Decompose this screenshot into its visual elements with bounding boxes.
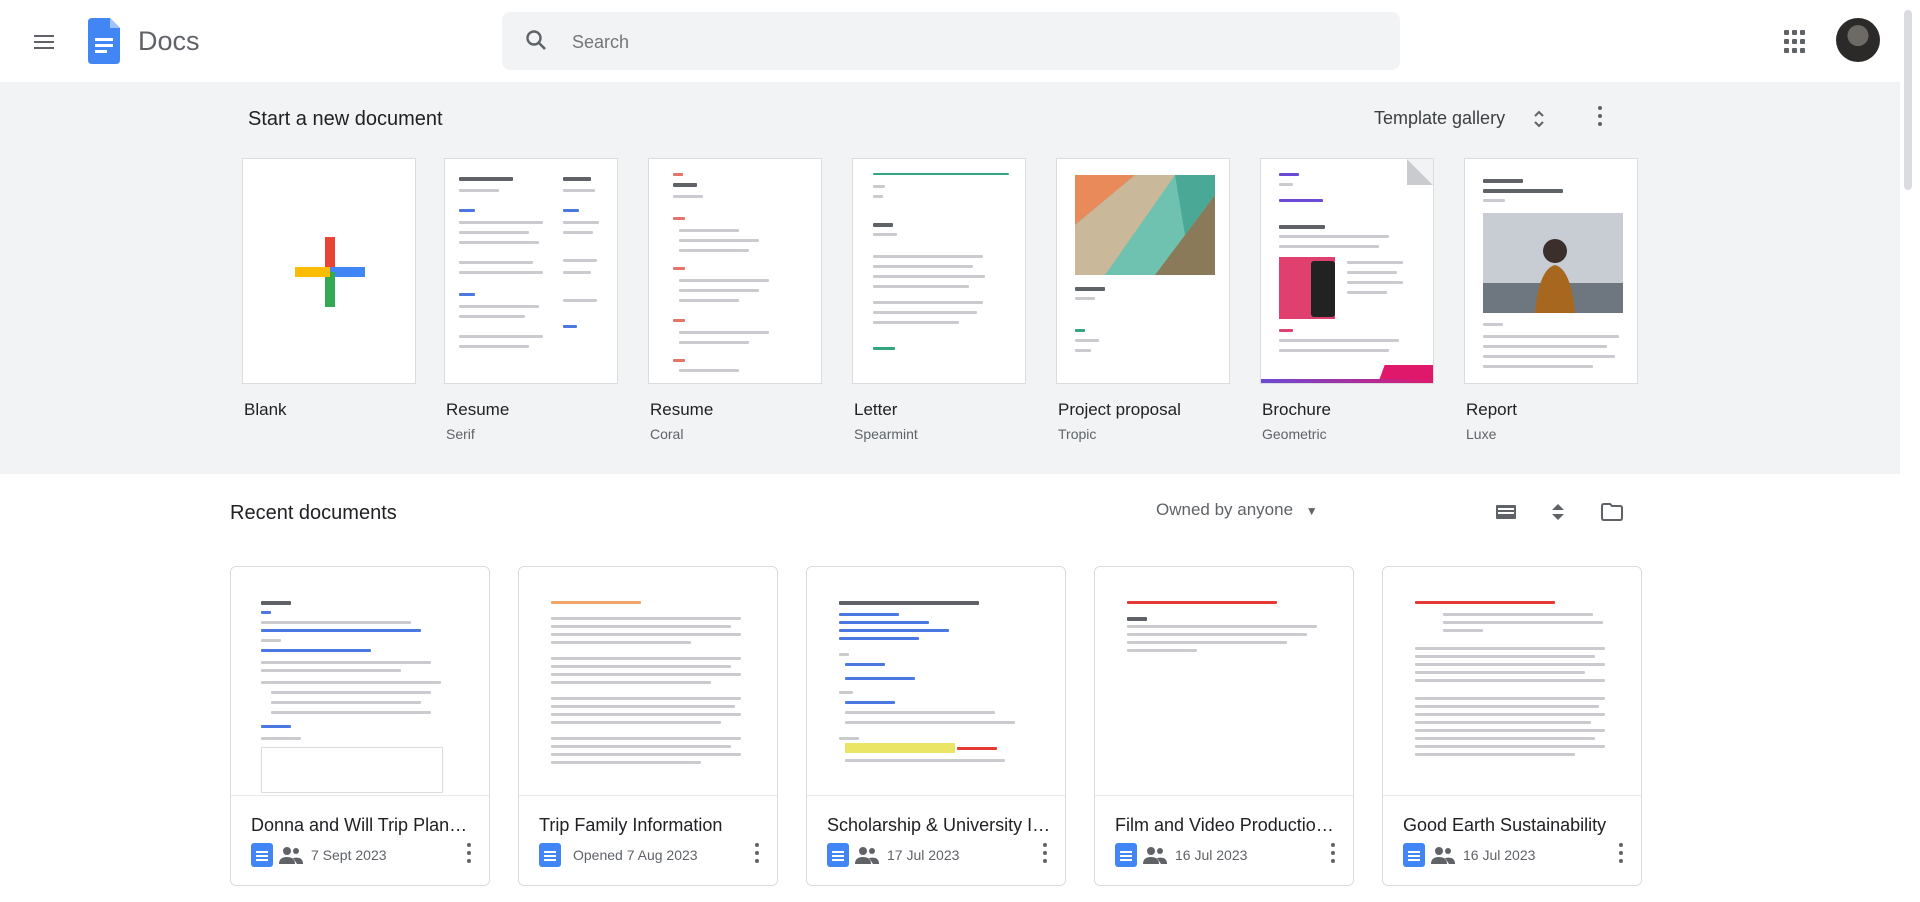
main-menu-button[interactable] [28, 26, 60, 58]
template-name: Resume [650, 400, 714, 419]
doc-date: Opened 7 Aug 2023 [573, 847, 698, 863]
docs-file-icon [251, 843, 273, 867]
template-project-proposal[interactable]: Project proposal Tropic [1056, 158, 1230, 442]
owner-filter-label: Owned by anyone [1156, 500, 1294, 519]
doc-title[interactable]: Good Earth Sustainability [1403, 815, 1627, 836]
template-thumbnail[interactable] [852, 158, 1026, 384]
doc-thumbnail[interactable] [1095, 567, 1353, 796]
template-name: Brochure [1262, 400, 1331, 419]
doc-date: 17 Jul 2023 [887, 847, 960, 863]
list-view-icon[interactable] [1494, 500, 1518, 524]
template-gallery-button[interactable]: Template gallery [1374, 108, 1505, 129]
folder-icon[interactable] [1600, 500, 1624, 524]
template-thumbnail[interactable] [1464, 158, 1638, 384]
doc-more-options-icon[interactable] [465, 843, 473, 867]
recent-doc-card[interactable]: Scholarship & University Information 17 … [806, 566, 1066, 886]
expand-collapse-icon[interactable] [1532, 108, 1546, 130]
recent-doc-card[interactable]: Good Earth Sustainability 16 Jul 2023 [1382, 566, 1642, 886]
recent-doc-card[interactable]: Trip Family Information Opened 7 Aug 202… [518, 566, 778, 886]
app-name[interactable]: Docs [138, 26, 200, 57]
doc-title[interactable]: Scholarship & University Information [827, 815, 1051, 836]
report-photo [1483, 213, 1623, 313]
doc-date: 16 Jul 2023 [1175, 847, 1248, 863]
template-subtitle: Luxe [1466, 426, 1497, 442]
doc-thumbnail[interactable] [231, 567, 489, 796]
template-subtitle: Spearmint [854, 426, 918, 442]
doc-thumbnail[interactable] [519, 567, 777, 796]
recent-doc-card[interactable]: Film and Video Production Notes 16 Jul 2… [1094, 566, 1354, 886]
template-blank[interactable]: Blank [242, 158, 416, 420]
doc-title[interactable]: Trip Family Information [539, 815, 763, 836]
template-resume-coral[interactable]: Resume Coral [648, 158, 822, 442]
plus-icon [295, 237, 365, 307]
doc-date: 7 Sept 2023 [311, 847, 387, 863]
doc-thumbnail[interactable] [1383, 567, 1641, 796]
shared-people-icon [279, 847, 303, 864]
tropic-artwork [1075, 175, 1215, 275]
google-apps-icon[interactable] [1784, 30, 1808, 54]
template-thumbnail[interactable] [648, 158, 822, 384]
doc-title[interactable]: Donna and Will Trip Planning [251, 815, 475, 836]
search-icon[interactable] [524, 28, 548, 52]
template-thumbnail[interactable] [1056, 158, 1230, 384]
template-heading: Start a new document [248, 108, 443, 130]
recent-heading: Recent documents [230, 502, 397, 524]
template-brochure-geometric[interactable]: Brochure Geometric [1260, 158, 1434, 442]
shared-people-icon [855, 847, 879, 864]
template-resume-serif[interactable]: Resume Serif [444, 158, 618, 442]
template-subtitle: Geometric [1262, 426, 1327, 442]
template-name: Project proposal [1058, 400, 1181, 419]
template-name: Resume [446, 400, 510, 419]
docs-file-icon [539, 843, 561, 867]
template-subtitle: Tropic [1058, 426, 1097, 442]
template-report-luxe[interactable]: Report Luxe [1464, 158, 1638, 442]
chevron-down-icon: ▼ [1305, 504, 1318, 518]
doc-more-options-icon[interactable] [1329, 843, 1337, 867]
doc-date: 16 Jul 2023 [1463, 847, 1536, 863]
app-header: Docs [0, 0, 1900, 82]
template-name: Report [1466, 400, 1518, 419]
shared-people-icon [1431, 847, 1455, 864]
template-more-options-icon[interactable] [1596, 106, 1604, 132]
template-thumbnail[interactable] [1260, 158, 1434, 384]
hamburger-icon [34, 35, 54, 37]
template-name: Letter [854, 400, 898, 419]
search-input[interactable] [570, 26, 1374, 58]
doc-more-options-icon[interactable] [753, 843, 761, 867]
template-subtitle: Serif [446, 426, 475, 442]
owner-filter-dropdown[interactable]: Owned by anyone ▼ [1156, 500, 1318, 520]
template-letter-spearmint[interactable]: Letter Spearmint [852, 158, 1026, 442]
search-bar[interactable] [502, 12, 1400, 70]
doc-more-options-icon[interactable] [1617, 843, 1625, 867]
doc-title[interactable]: Film and Video Production Notes [1115, 815, 1339, 836]
doc-thumbnail[interactable] [807, 567, 1065, 796]
docs-file-icon [1403, 843, 1425, 867]
docs-file-icon [827, 843, 849, 867]
page-scrollbar[interactable] [1904, 10, 1912, 190]
template-name: Blank [244, 400, 287, 419]
recent-doc-card[interactable]: Donna and Will Trip Planning 7 Sept 2023 [230, 566, 490, 886]
docs-logo-icon[interactable] [86, 18, 122, 64]
docs-file-icon [1115, 843, 1137, 867]
template-thumbnail[interactable] [444, 158, 618, 384]
template-thumbnail[interactable] [242, 158, 416, 384]
account-avatar[interactable] [1836, 18, 1880, 62]
template-section: Start a new document Template gallery Bl… [0, 82, 1900, 474]
template-subtitle: Coral [650, 426, 684, 442]
sort-icon[interactable] [1546, 500, 1570, 524]
doc-more-options-icon[interactable] [1041, 843, 1049, 867]
shared-people-icon [1143, 847, 1167, 864]
